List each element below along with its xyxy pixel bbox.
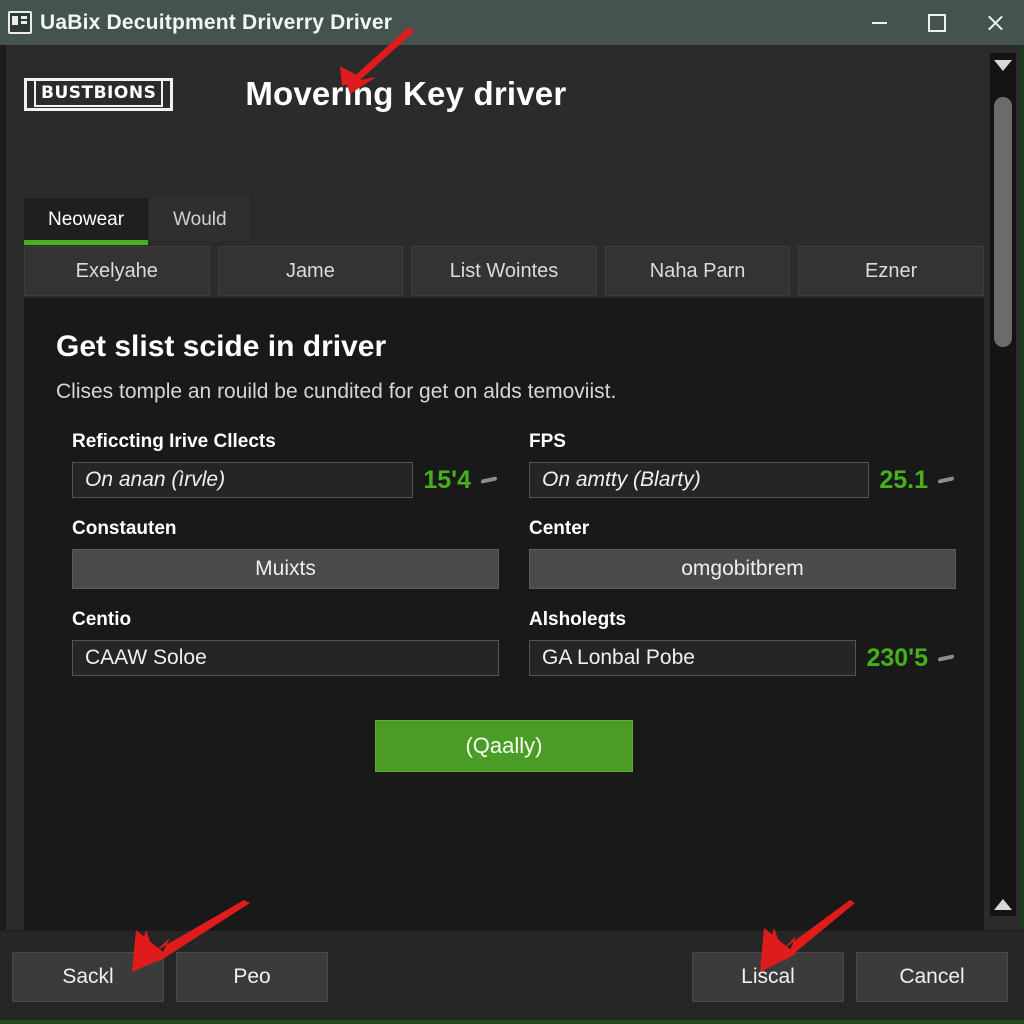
footer-accent-line bbox=[0, 1020, 1024, 1024]
form-row: Constauten Muixts Center omgobitbrem bbox=[72, 518, 956, 589]
secondary-tab-bar: Exelyahe Jame List Wointes Naha Parn Ezn… bbox=[24, 246, 984, 296]
tab-list-wointes[interactable]: List Wointes bbox=[411, 246, 597, 296]
chevron-down-icon[interactable] bbox=[938, 474, 956, 486]
chevron-down-icon[interactable] bbox=[938, 652, 956, 664]
footer-bar: Sackl Peo Liscal Cancel bbox=[0, 930, 1024, 1024]
title-bar: UaBix Decuitpment Driverry Driver bbox=[0, 0, 1024, 45]
input-constauten[interactable]: Muixts bbox=[72, 549, 499, 589]
input-center[interactable]: omgobitbrem bbox=[529, 549, 956, 589]
form-row: Reficcting Irive Cllects On anan (ìrvle)… bbox=[72, 431, 956, 498]
field-label: Constauten bbox=[72, 518, 177, 539]
form-row: Centio CAAW Soloe Alsholegts GA Lonbal P… bbox=[72, 609, 956, 676]
field-group-constauten: Constauten Muixts bbox=[72, 518, 499, 589]
window-body: BUSTBIONS Movering Key driver Neowear Wo… bbox=[0, 45, 1024, 958]
field-line: omgobitbrem bbox=[529, 549, 956, 589]
settings-form: Reficcting Irive Cllects On anan (ìrvle)… bbox=[72, 431, 956, 696]
window-controls bbox=[850, 0, 1024, 45]
close-icon bbox=[986, 14, 1004, 32]
primary-tab-bar: Neowear Would bbox=[24, 198, 252, 245]
field-group-centio: Centio CAAW Soloe bbox=[72, 609, 499, 676]
peo-button[interactable]: Peo bbox=[176, 952, 328, 1002]
input-alsholegts[interactable]: GA Lonbal Pobe bbox=[529, 640, 857, 676]
cta-row: (Qaally) bbox=[24, 720, 984, 772]
maximize-icon bbox=[928, 13, 946, 32]
input-reficcting-irive-cllects[interactable]: On anan (ìrvle) bbox=[72, 462, 414, 498]
field-group-alsholegts: Alsholegts GA Lonbal Pobe 230'5 bbox=[529, 609, 956, 676]
liscal-button[interactable]: Liscal bbox=[692, 952, 844, 1002]
tab-jame-label: Jame bbox=[285, 259, 335, 282]
section-title: Get slist scide in driver bbox=[56, 330, 387, 363]
field-line: On amtty (Blarty) 25.1 bbox=[529, 462, 956, 498]
tab-naha-parn[interactable]: Naha Parn bbox=[604, 246, 791, 296]
chevron-down-icon[interactable] bbox=[481, 474, 499, 486]
tab-jame[interactable]: Jame bbox=[217, 246, 404, 296]
cancel-button[interactable]: Cancel bbox=[856, 952, 1008, 1002]
metric-value: 15'4 bbox=[423, 465, 471, 494]
field-line: CAAW Soloe bbox=[72, 640, 499, 676]
tab-exelyahe[interactable]: Exelyahe bbox=[24, 246, 210, 296]
close-button[interactable] bbox=[966, 0, 1024, 45]
field-label: Centio bbox=[72, 609, 132, 630]
input-centio[interactable]: CAAW Soloe bbox=[72, 640, 499, 676]
content-panel: Get slist scide in driver Clises tomple … bbox=[24, 298, 984, 958]
window-right-edge bbox=[1020, 45, 1024, 930]
field-line: On anan (ìrvle) 15'4 bbox=[72, 462, 499, 498]
chevron-up-icon[interactable] bbox=[990, 892, 1016, 916]
tab-would-label: Would bbox=[173, 208, 227, 230]
field-label: Center bbox=[529, 518, 590, 539]
window-title: UaBix Decuitpment Driverry Driver bbox=[40, 10, 393, 34]
sackl-button[interactable]: Sackl bbox=[12, 952, 164, 1002]
input-fps[interactable]: On amtty (Blarty) bbox=[529, 462, 870, 498]
field-group-center: Center omgobitbrem bbox=[529, 518, 956, 589]
tab-neowear[interactable]: Neowear bbox=[24, 198, 150, 245]
field-label: FPS bbox=[529, 431, 566, 452]
tab-naha-parn-label: Naha Parn bbox=[649, 259, 746, 282]
brand-logo: BUSTBIONS bbox=[24, 77, 174, 111]
field-label: Alsholegts bbox=[529, 609, 627, 630]
tab-would[interactable]: Would bbox=[149, 198, 252, 241]
apply-qaally-button[interactable]: (Qaally) bbox=[375, 720, 633, 772]
minimize-icon bbox=[871, 21, 887, 24]
tab-neowear-label: Neowear bbox=[48, 208, 125, 230]
page-title: Movering Key driver bbox=[245, 75, 567, 112]
tab-ezner-label: Ezner bbox=[865, 259, 918, 282]
minimize-button[interactable] bbox=[850, 0, 908, 45]
footer-right-buttons: Liscal Cancel bbox=[692, 952, 1008, 1002]
brand-row: BUSTBIONS Movering Key driver bbox=[24, 75, 566, 113]
metric-value: 25.1 bbox=[879, 465, 928, 494]
field-label: Reficcting Irive Cllects bbox=[72, 431, 276, 452]
tab-exelyahe-label: Exelyahe bbox=[75, 259, 158, 282]
field-line: Muixts bbox=[72, 549, 499, 589]
tab-list-wointes-label: List Wointes bbox=[449, 259, 559, 282]
metric-value: 230'5 bbox=[866, 643, 928, 672]
brand-logo-text: BUSTBIONS bbox=[34, 78, 164, 107]
scrollbar-thumb[interactable] bbox=[994, 97, 1012, 347]
section-subtitle: Clises tomple an rouild be cundited for … bbox=[56, 380, 617, 403]
footer-left-buttons: Sackl Peo bbox=[12, 952, 328, 1002]
vertical-scrollbar[interactable] bbox=[990, 53, 1016, 916]
tab-ezner[interactable]: Ezner bbox=[798, 246, 984, 296]
field-line: GA Lonbal Pobe 230'5 bbox=[529, 640, 956, 676]
application-window: UaBix Decuitpment Driverry Driver BUSTBI… bbox=[0, 0, 1024, 1024]
maximize-button[interactable] bbox=[908, 0, 966, 45]
field-group-reficcting-irive-cllects: Reficcting Irive Cllects On anan (ìrvle)… bbox=[72, 431, 499, 498]
chevron-down-icon[interactable] bbox=[990, 53, 1016, 77]
field-group-fps: FPS On amtty (Blarty) 25.1 bbox=[529, 431, 956, 498]
app-window-icon bbox=[8, 11, 32, 34]
